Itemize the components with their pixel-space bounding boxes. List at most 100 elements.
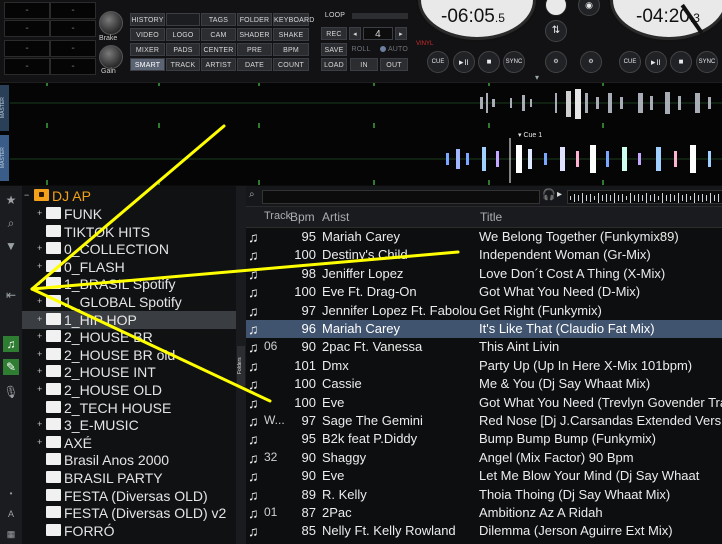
center-button[interactable]: CENTER — [201, 43, 236, 56]
preview-waveform[interactable] — [567, 190, 722, 204]
filter-icon[interactable]: ▼ — [3, 238, 19, 254]
right-cue-button[interactable]: CUE — [619, 51, 641, 73]
loop-decrease-icon[interactable]: ◂ — [349, 27, 361, 40]
tags-button[interactable]: TAGS — [201, 13, 236, 26]
expand-icon[interactable]: + — [37, 261, 42, 271]
load-button[interactable]: LOAD — [321, 58, 347, 71]
loop-in-button[interactable]: IN — [350, 58, 378, 71]
table-row[interactable]: ♫ 100 Eve Ft. Drag-On Got What You Need (D-… — [246, 283, 722, 301]
left-stop-icon[interactable]: ■ — [478, 51, 500, 73]
smart-button[interactable]: SMART — [130, 58, 165, 71]
table-row[interactable]: ♫ 101 Dmx Party Up (Up In Here X-Mix 101bpm… — [246, 357, 722, 375]
music-note-icon[interactable]: ♫ — [3, 336, 19, 352]
shader-button[interactable]: SHADER — [237, 28, 272, 41]
left-play-pause-icon[interactable]: ▸॥ — [453, 51, 475, 73]
column-header-track[interactable]: Track — [264, 210, 291, 222]
table-row[interactable]: ♫ 85 Nelly Ft. Kelly Rowland Dilemma (Jerso… — [246, 522, 722, 540]
left-cue-button[interactable]: CUE — [427, 51, 449, 73]
table-row[interactable]: ♫ 100 Eve Got What You Need (Trevlyn Govend… — [246, 394, 722, 412]
tree-item[interactable]: +2_HOUSE INT — [22, 363, 236, 381]
mixer-button[interactable]: MIXER — [130, 43, 165, 56]
favorites-star-icon[interactable]: ★ — [3, 192, 19, 208]
tree-item[interactable]: + AXÉ — [22, 434, 236, 452]
table-row[interactable]: ♫ 97 Jennifer Lopez Ft. Fabolous Get Right … — [246, 302, 722, 320]
tree-item[interactable]: +2_HOUSE OLD — [22, 381, 236, 399]
tree-item[interactable]: + FUNK — [22, 205, 236, 223]
expand-icon[interactable]: + — [37, 366, 42, 376]
search-input[interactable] — [262, 190, 540, 204]
folders-side-tab-label[interactable]: Folders — [237, 346, 245, 386]
tree-item[interactable]: FESTA (Diversas OLD) — [22, 487, 236, 505]
tree-item[interactable]: 2_TECH HOUSE — [22, 399, 236, 417]
collapse-icon[interactable]: − — [24, 190, 29, 200]
expand-icon[interactable]: + — [37, 243, 42, 253]
vinyl-label[interactable]: VINYL — [416, 41, 433, 47]
roll-button[interactable]: ROLL — [349, 43, 373, 56]
keyboard-button[interactable]: KEYBOARD — [273, 13, 314, 26]
brake-knob[interactable] — [99, 11, 123, 35]
left-pitch-icon[interactable]: ⇅ — [545, 20, 567, 42]
expand-icon[interactable]: + — [37, 331, 42, 341]
tree-item[interactable]: +1_BRASIL Spotify — [22, 275, 236, 293]
tree-item[interactable]: +0_COLLECTION — [22, 240, 236, 258]
table-row[interactable]: ♫ 95 Mariah Carey We Belong Together (Funky… — [246, 228, 722, 246]
left-deck-arrow-icon[interactable]: ▾ — [535, 73, 539, 82]
logo-button[interactable]: LOGO — [166, 28, 200, 41]
tree-item[interactable]: Brasil Anos 2000 — [22, 451, 236, 469]
edit-tag-icon[interactable]: ✎ — [3, 359, 19, 375]
gain-knob[interactable] — [99, 45, 123, 69]
table-row[interactable]: ♫ 100 Cassie Me & You (Dj Say Whaat Mix) — [246, 375, 722, 393]
tree-item[interactable]: +2_HOUSE BR — [22, 328, 236, 346]
table-row[interactable]: ♫ 89 R. Kelly Thoia Thoing (Dj Say Whaat Mi… — [246, 486, 722, 504]
right-platter-icon[interactable]: ◉ — [578, 0, 600, 16]
right-play-pause-icon[interactable]: ▸॥ — [645, 51, 667, 73]
column-header-artist[interactable]: Artist — [322, 210, 349, 224]
expand-icon[interactable]: + — [37, 208, 42, 218]
count-button[interactable]: COUNT — [273, 58, 309, 71]
folder-button[interactable]: FOLDER — [237, 13, 272, 26]
folders-side-tab[interactable]: Folders — [236, 186, 246, 544]
history-button[interactable]: HISTORY — [130, 13, 165, 26]
tree-item[interactable]: +0_FLASH — [22, 258, 236, 276]
headphones-icon[interactable]: 🎧 — [542, 188, 556, 201]
table-row[interactable]: ♫ 06 90 2pac Ft. Vanessa This Aint Livin — [246, 338, 722, 356]
grid-icon[interactable]: ▦ — [3, 526, 19, 542]
pads-button[interactable]: PADS — [166, 43, 200, 56]
back-icon[interactable]: ⇤ — [3, 287, 19, 303]
table-row[interactable]: ♫ 32 90 Shaggy Angel (Mix Factor) 90 Bpm — [246, 449, 722, 467]
preview-play-icon[interactable]: ▸ — [557, 189, 562, 200]
expand-icon[interactable]: + — [37, 437, 42, 447]
auto-button[interactable]: AUTO — [386, 43, 410, 56]
expand-icon[interactable]: + — [37, 314, 42, 324]
track-button[interactable]: TRACK — [166, 58, 200, 71]
right-stop-icon[interactable]: ■ — [670, 51, 692, 73]
save-button[interactable]: SAVE — [321, 43, 347, 56]
artist-button[interactable]: ARTIST — [201, 58, 236, 71]
waveform-panel[interactable]: MASTER MASTER ▾ Cue 1 — [0, 82, 722, 185]
tree-item[interactable]: +1_HIP HOP — [22, 310, 236, 329]
left-platter-icon[interactable] — [545, 0, 567, 16]
tree-item[interactable]: FORRÓ — [22, 522, 236, 540]
expand-icon[interactable]: + — [37, 278, 42, 288]
column-header-bpm[interactable]: Bpm — [290, 210, 315, 224]
expand-icon[interactable]: + — [37, 419, 42, 429]
table-row[interactable]: ♫ 95 B2k feat P.Diddy Bump Bump Bump (Funky… — [246, 430, 722, 448]
microphone-icon[interactable]: 🎙 — [3, 384, 19, 400]
right-deck-options-icon[interactable]: ⚙ — [580, 51, 602, 73]
bpm-button[interactable]: BPM — [273, 43, 309, 56]
shake-button[interactable]: SHAKE — [273, 28, 309, 41]
text-size-icon[interactable]: A — [3, 506, 19, 522]
blank-button[interactable] — [166, 13, 200, 26]
search-glass-icon[interactable]: ⌕ — [249, 189, 255, 200]
tree-item[interactable]: TIKTOK HITS — [22, 223, 236, 241]
table-row[interactable]: ♫ 01 87 2Pac Ambitionz Az A Ridah — [246, 504, 722, 522]
table-row[interactable]: ♫ 98 Jeniffer Lopez Love Don´t Cost A Thing… — [246, 265, 722, 283]
left-sync-button[interactable]: SYNC — [503, 51, 525, 73]
table-row[interactable]: ♫ 96 Mariah Carey It's Like That (Claudio F… — [246, 320, 722, 338]
cam-button[interactable]: CAM — [201, 28, 236, 41]
expand-icon[interactable]: + — [37, 384, 42, 394]
loop-increase-icon[interactable]: ▸ — [395, 27, 407, 40]
tree-item[interactable]: FESTA (Diversas OLD) v2 — [22, 504, 236, 522]
pre-button[interactable]: PRE — [237, 43, 272, 56]
right-sync-button[interactable]: SYNC — [696, 51, 718, 73]
